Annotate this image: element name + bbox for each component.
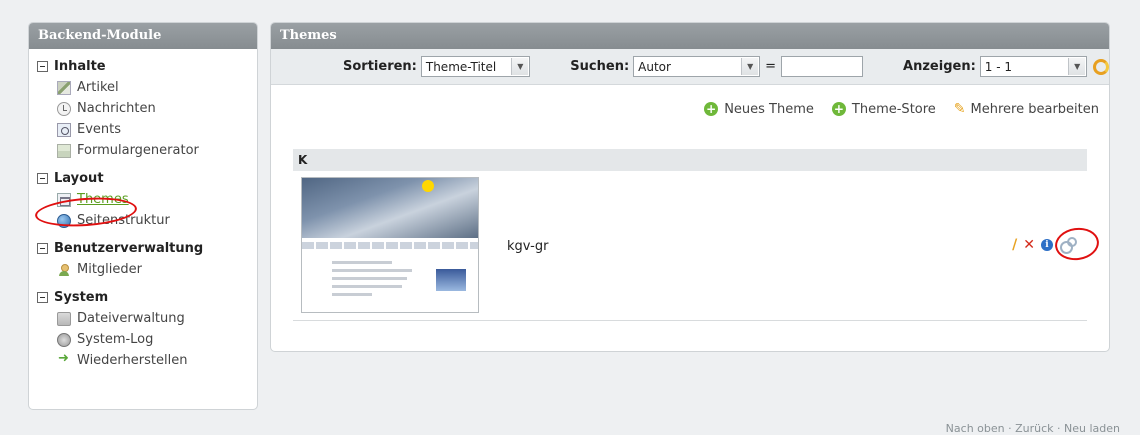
group-title-label: Inhalte [54,59,106,74]
group-title-label: Benutzerverwaltung [54,241,203,256]
collapse-icon [37,292,48,303]
footer-links[interactable]: Nach oben · Zurück · Neu laden [946,422,1120,435]
files-icon [57,312,71,326]
sidebar-item-label: Artikel [77,80,119,95]
sidebar-item-seitenstruktur[interactable]: Seitenstruktur [29,210,257,231]
group-toggle-layout[interactable]: Layout [29,167,257,189]
theme-row: kgv-gr / ✕ i [293,177,1087,321]
theme-store-button[interactable]: + Theme-Store [832,102,936,117]
log-icon [57,333,71,347]
theme-store-label: Theme-Store [852,102,936,117]
theme-name: kgv-gr [507,239,548,254]
pencil-icon: ✎ [954,101,966,117]
sidebar-item-wiederherstellen[interactable]: Wiederherstellen [29,350,257,371]
sidebar-item-label: Mitglieder [77,262,142,277]
search-field-value: Autor [638,60,671,74]
info-icon[interactable]: i [1041,239,1053,251]
group-toggle-system[interactable]: System [29,286,257,308]
sort-label: Sortieren: [343,59,417,74]
form-icon [57,144,71,158]
sidebar-item-system-log[interactable]: System-Log [29,329,257,350]
sidebar-item-themes[interactable]: Themes [29,189,257,210]
search-input[interactable] [781,56,863,77]
preview-header-graphic [302,178,478,238]
group-system: System Dateiverwaltung System-Log Wieder… [29,286,257,371]
collapse-icon [37,243,48,254]
group-inhalte: Inhalte Artikel Nachrichten Events Formu… [29,55,257,161]
sort-select-value: Theme-Titel [426,60,496,74]
show-select[interactable]: 1 - 1 ▼ [980,56,1087,77]
equals-sign: = [765,59,776,74]
group-layout: Layout Themes Seitenstruktur [29,167,257,231]
sidebar-item-events[interactable]: Events [29,119,257,140]
sort-select[interactable]: Theme-Titel ▼ [421,56,530,77]
group-benutzerverwaltung: Benutzerverwaltung Mitglieder [29,237,257,280]
refresh-icon[interactable] [1093,59,1109,75]
group-title-label: System [54,290,108,305]
members-icon [57,263,71,277]
add-icon: + [704,102,718,116]
new-theme-button[interactable]: + Neues Theme [704,102,814,117]
preview-body-graphic [302,249,478,309]
global-actions: + Neues Theme + Theme-Store ✎ Mehrere be… [686,101,1099,117]
group-header-letter: K [293,149,1087,171]
news-icon [57,102,71,116]
sidebar-item-nachrichten[interactable]: Nachrichten [29,98,257,119]
group-toggle-inhalte[interactable]: Inhalte [29,55,257,77]
group-title-label: Layout [54,171,104,186]
article-icon [57,81,71,95]
sidebar-item-label: Themes [77,192,129,207]
edit-icon[interactable]: / [1012,237,1017,253]
sidebar-item-label: Wiederherstellen [77,353,187,368]
sidebar-item-label: Events [77,122,121,137]
themes-panel: Themes Sortieren: Theme-Titel ▼ Suchen: … [270,22,1110,352]
edit-multiple-button[interactable]: ✎ Mehrere bearbeiten [954,101,1099,117]
sidebar-item-label: Seitenstruktur [77,213,170,228]
delete-icon[interactable]: ✕ [1023,237,1035,253]
sidebar-item-label: System-Log [77,332,153,347]
sidebar-item-formulargenerator[interactable]: Formulargenerator [29,140,257,161]
sidebar-item-dateiverwaltung[interactable]: Dateiverwaltung [29,308,257,329]
sidebar-item-mitglieder[interactable]: Mitglieder [29,259,257,280]
collapse-icon [37,173,48,184]
sidebar-item-label: Formulargenerator [77,143,199,158]
group-toggle-benutzerverwaltung[interactable]: Benutzerverwaltung [29,237,257,259]
chevron-down-icon: ▼ [511,58,528,75]
theme-preview-image [301,177,479,313]
sidebar-title: Backend-Module [29,23,257,49]
edit-multiple-label: Mehrere bearbeiten [971,102,1099,117]
page-title: Themes [271,23,1109,49]
collapse-icon [37,61,48,72]
theme-row-actions: / ✕ i [1006,237,1075,253]
backend-modules-panel: Backend-Module Inhalte Artikel Nachricht… [28,22,258,410]
sidebar-item-artikel[interactable]: Artikel [29,77,257,98]
themes-icon [57,193,71,207]
search-label: Suchen: [570,59,629,74]
restore-icon [57,354,71,368]
add-icon: + [832,102,846,116]
globe-icon [57,214,71,228]
chevron-down-icon: ▼ [1068,58,1085,75]
filter-toolbar: Sortieren: Theme-Titel ▼ Suchen: Autor ▼… [271,49,1109,85]
show-select-value: 1 - 1 [985,60,1012,74]
preview-nav-graphic [302,242,478,249]
modules-icon[interactable] [1059,237,1075,253]
chevron-down-icon: ▼ [741,58,758,75]
sidebar-item-label: Nachrichten [77,101,156,116]
search-field-select[interactable]: Autor ▼ [633,56,760,77]
events-icon [57,123,71,137]
new-theme-label: Neues Theme [724,102,814,117]
sidebar-item-label: Dateiverwaltung [77,311,185,326]
show-label: Anzeigen: [903,59,976,74]
